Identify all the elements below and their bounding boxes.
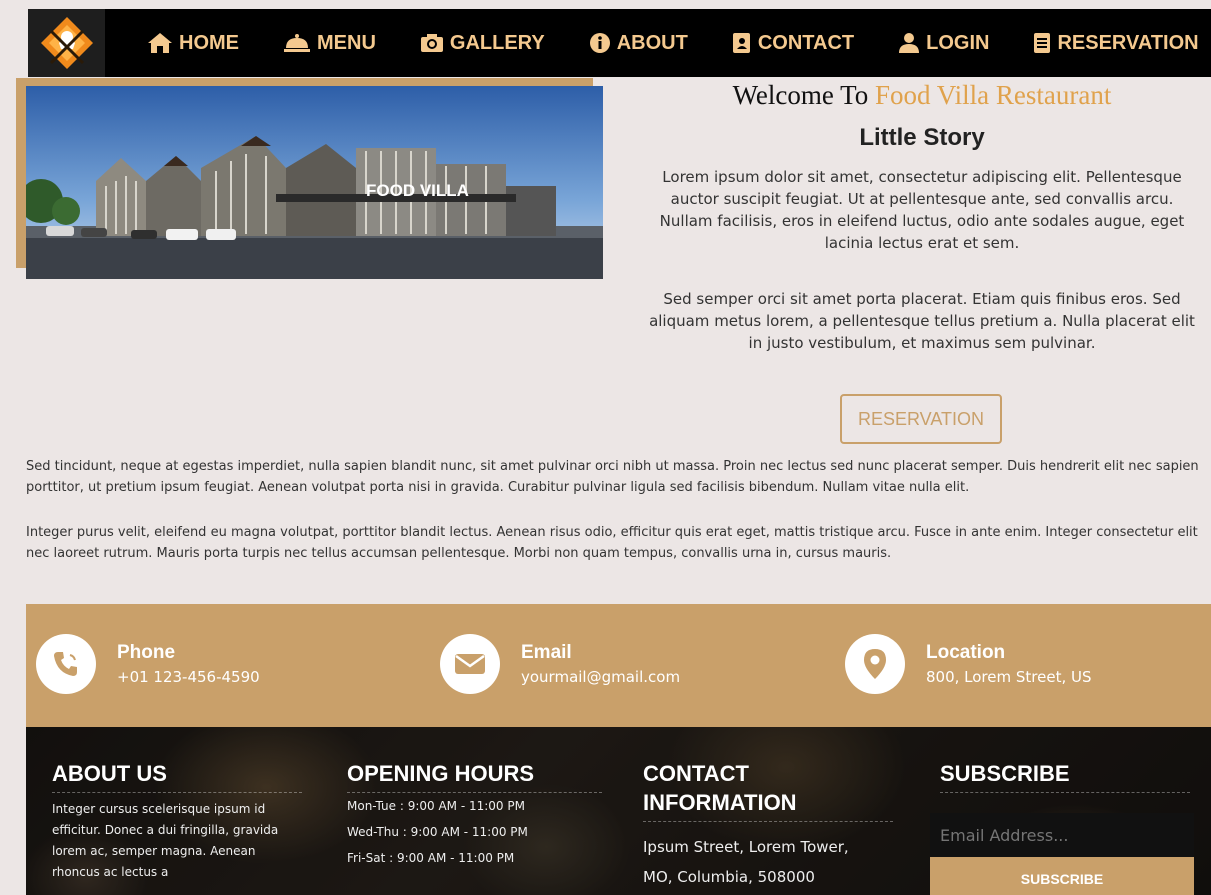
location-value: 800, Lorem Street, US xyxy=(926,668,1092,686)
footer-about: ABOUT US Integer cursus scelerisque ipsu… xyxy=(52,759,302,883)
map-pin-icon xyxy=(864,649,886,679)
contact-strip: Phone +01 123-456-4590 Email yourmail@gm… xyxy=(26,604,1211,727)
hours-list: Mon-Tue : 9:00 AM - 11:00 PM Wed-Thu : 9… xyxy=(347,799,602,865)
welcome-prefix: Welcome To xyxy=(732,80,869,110)
contact-location: Location 800, Lorem Street, US xyxy=(845,634,1092,694)
nav-menu-label: MENU xyxy=(317,31,376,54)
nav-reservation[interactable]: RESERVATION xyxy=(1033,31,1199,55)
top-navbar: HOME MENU GALLERY ABOUT CONTACT LOGIN RE… xyxy=(28,9,1211,77)
footer-contact-title: CONTACT INFORMATION xyxy=(643,759,893,822)
hero-sign-text: FOOD VILLA xyxy=(366,181,469,200)
hours-row: Fri-Sat : 9:00 AM - 11:00 PM xyxy=(347,851,515,865)
story-paragraph-1: Lorem ipsum dolor sit amet, consectetur … xyxy=(659,168,1185,252)
restaurant-logo[interactable] xyxy=(28,9,105,77)
nav-about-label: ABOUT xyxy=(616,31,688,54)
footer-about-text: Integer cursus scelerisque ipsum id effi… xyxy=(52,802,279,879)
footer-subscribe: SUBSCRIBE xyxy=(940,759,1190,793)
nav-contact[interactable]: CONTACT xyxy=(732,32,854,55)
footer-hours: OPENING HOURS Mon-Tue : 9:00 AM - 11:00 … xyxy=(347,759,602,865)
footer: ABOUT US Integer cursus scelerisque ipsu… xyxy=(26,727,1211,895)
email-value[interactable]: yourmail@gmail.com xyxy=(521,668,680,686)
email-label: Email xyxy=(521,642,572,663)
list-icon xyxy=(1034,33,1051,53)
phone-icon-circle xyxy=(36,634,96,694)
nav-menu[interactable]: MENU xyxy=(283,32,376,55)
location-label: Location xyxy=(926,642,1006,663)
footer-about-title: ABOUT US xyxy=(52,759,302,793)
hours-row: Wed-Thu : 9:00 AM - 11:00 PM xyxy=(347,825,528,839)
story-title: Little Story xyxy=(859,124,985,151)
body-paragraph-2: Integer purus velit, eleifend eu magna v… xyxy=(26,525,1198,561)
nav-login[interactable]: LOGIN xyxy=(898,32,989,55)
phone-label: Phone xyxy=(117,642,176,663)
address-line-2: MO, Columbia, 508000 xyxy=(643,868,815,886)
nav-home-label: HOME xyxy=(179,31,239,54)
nav-contact-label: CONTACT xyxy=(757,31,855,54)
user-icon xyxy=(899,33,920,53)
contact-email: Email yourmail@gmail.com xyxy=(440,634,680,694)
nav-gallery[interactable]: GALLERY xyxy=(420,32,545,55)
envelope-icon xyxy=(455,654,485,674)
info-icon xyxy=(589,33,610,53)
nav-login-label: LOGIN xyxy=(926,31,990,54)
footer-address: Ipsum Street, Lorem Tower, MO, Columbia,… xyxy=(643,832,893,892)
footer-contact-info: CONTACT INFORMATION Ipsum Street, Lorem … xyxy=(643,759,893,892)
contact-phone: Phone +01 123-456-4590 xyxy=(36,634,260,694)
nav-about[interactable]: ABOUT xyxy=(589,32,688,55)
reservation-button[interactable]: RESERVATION xyxy=(840,394,1002,444)
home-icon xyxy=(148,33,172,53)
phone-value[interactable]: +01 123-456-4590 xyxy=(117,668,260,686)
nav-gallery-label: GALLERY xyxy=(449,31,545,54)
footer-hours-title: OPENING HOURS xyxy=(347,759,602,793)
envelope-icon-circle xyxy=(440,634,500,694)
address-line-1: Ipsum Street, Lorem Tower, xyxy=(643,838,849,856)
phone-icon xyxy=(54,652,77,676)
nav-reservation-label: RESERVATION xyxy=(1057,31,1199,54)
footer-subscribe-title: SUBSCRIBE xyxy=(940,759,1190,793)
camera-icon xyxy=(420,34,443,52)
hero-image: FOOD VILLA xyxy=(26,86,603,279)
chef-hat-utensils-logo xyxy=(40,17,93,69)
body-paragraph-1: Sed tincidunt, neque at egestas imperdie… xyxy=(26,459,1199,495)
map-pin-icon-circle xyxy=(845,634,905,694)
story-paragraph-2: Sed semper orci sit amet porta placerat.… xyxy=(649,290,1195,352)
cloche-icon xyxy=(284,34,310,52)
address-book-icon xyxy=(732,33,750,53)
subscribe-email-input[interactable] xyxy=(930,813,1194,857)
nav-home[interactable]: HOME xyxy=(147,32,239,55)
subscribe-button[interactable]: SUBSCRIBE xyxy=(930,857,1194,895)
welcome-brand: Food Villa Restaurant xyxy=(875,80,1112,110)
welcome-heading: Welcome To Food Villa Restaurant xyxy=(642,80,1202,111)
hours-row: Mon-Tue : 9:00 AM - 11:00 PM xyxy=(347,799,525,813)
